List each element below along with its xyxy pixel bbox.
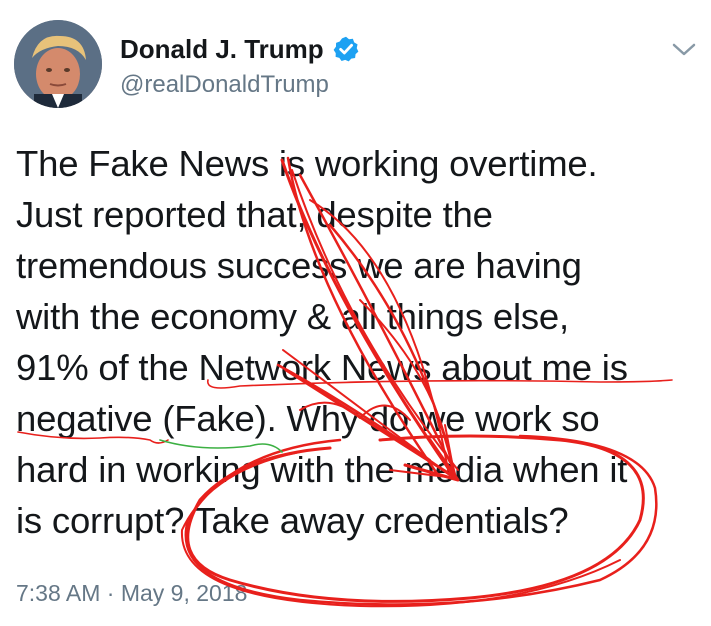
tweet-text-line: is corrupt? Take away credentials? (16, 500, 569, 541)
tweet-time[interactable]: 7:38 AM (16, 580, 100, 606)
tweet-text-line: 91% of the Network News about me is (16, 347, 628, 388)
timestamp-separator: · (106, 580, 115, 606)
tweet-text-line: The Fake News is working overtime. (16, 143, 598, 184)
tweet-text-line: with the economy & all things else, (16, 296, 569, 337)
tweet-text: The Fake News is working overtime. Just … (16, 138, 706, 546)
author-handle[interactable]: @realDonaldTrump (120, 70, 329, 100)
verified-badge-icon (332, 35, 360, 63)
tweet-date[interactable]: May 9, 2018 (121, 580, 248, 606)
author-name[interactable]: Donald J. Trump (120, 34, 324, 64)
chevron-down-icon[interactable] (669, 40, 699, 60)
tweet-timestamp[interactable]: 7:38 AM · May 9, 2018 (16, 578, 247, 608)
tweet-text-line: hard in working with the media when it (16, 449, 628, 490)
tweet-text-line: tremendous success we are having (16, 245, 582, 286)
tweet-card: Donald J. Trump @realDonaldTrump The Fak… (0, 0, 711, 626)
author-name-row[interactable]: Donald J. Trump (120, 34, 360, 64)
tweet-text-line: negative (Fake). Why do we work so (16, 398, 600, 439)
tweet-text-line: Just reported that, despite the (16, 194, 493, 235)
avatar[interactable] (14, 20, 102, 108)
